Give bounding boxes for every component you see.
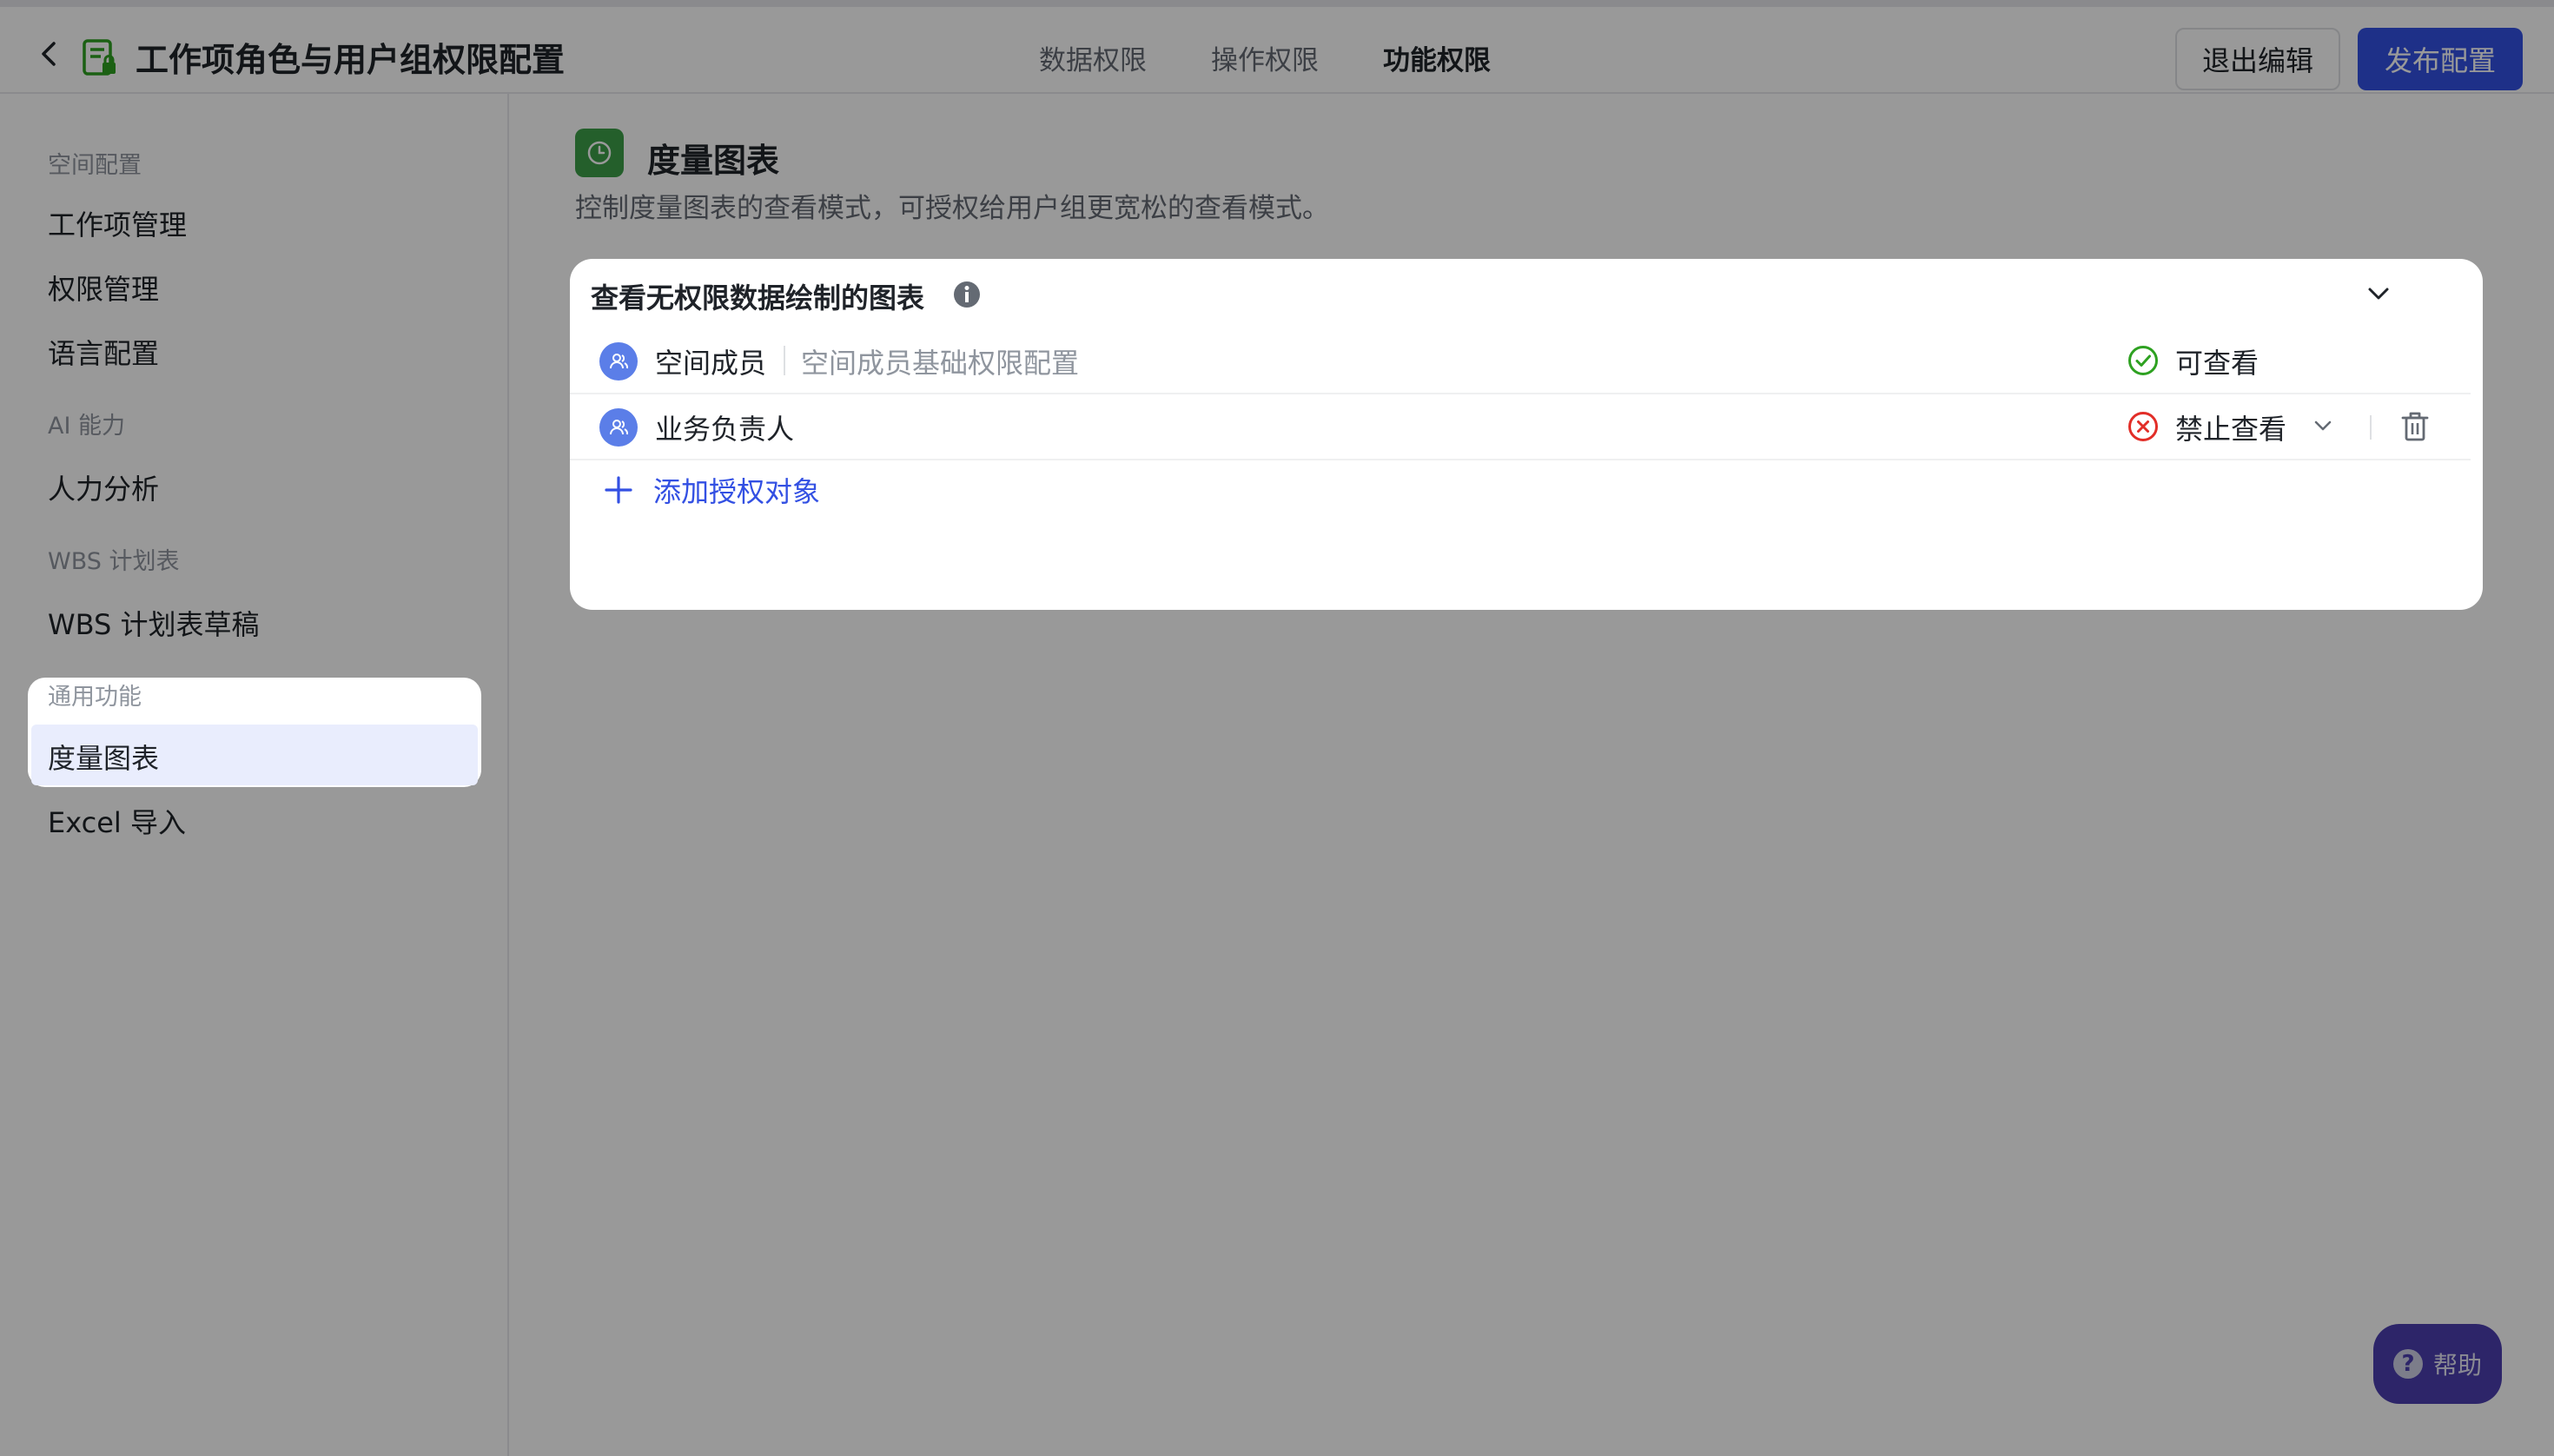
user-group-icon (599, 342, 638, 381)
status-text: 禁止查看 (2175, 413, 2287, 446)
sidebar-item-metric-chart[interactable]: 度量图表 (31, 725, 478, 785)
card-title: 查看无权限数据绘制的图表 (591, 281, 925, 314)
divider (2370, 415, 2372, 440)
info-icon[interactable] (952, 280, 982, 309)
add-grantee-button[interactable]: 添加授权对象 (603, 464, 820, 516)
sidebar-group-common-highlight: 通用功能 度量图表 (28, 678, 481, 787)
divider (784, 346, 785, 375)
close-circle-icon (2128, 412, 2158, 441)
permission-row: 空间成员 空间成员基础权限配置 可查看 (570, 328, 2471, 394)
status-text: 可查看 (2175, 347, 2260, 380)
row-description: 空间成员基础权限配置 (801, 347, 1080, 380)
add-grantee-label: 添加授权对象 (653, 475, 821, 508)
chevron-down-icon (2314, 420, 2332, 431)
sidebar-group-common: 通用功能 (48, 684, 142, 711)
check-circle-icon (2128, 346, 2158, 375)
trash-icon[interactable] (2399, 410, 2431, 443)
permission-card: 查看无权限数据绘制的图表 空间成员 空间成员基础权限配置 可查看 业务负责人 禁… (570, 259, 2483, 610)
plus-icon (605, 476, 632, 504)
chevron-down-icon[interactable] (2361, 276, 2396, 311)
user-group-icon (599, 408, 638, 447)
row-name: 空间成员 (655, 347, 767, 380)
row-name: 业务负责人 (655, 413, 795, 446)
sidebar-item-label: 度量图表 (48, 742, 160, 775)
permission-row: 业务负责人 禁止查看 (570, 394, 2471, 460)
